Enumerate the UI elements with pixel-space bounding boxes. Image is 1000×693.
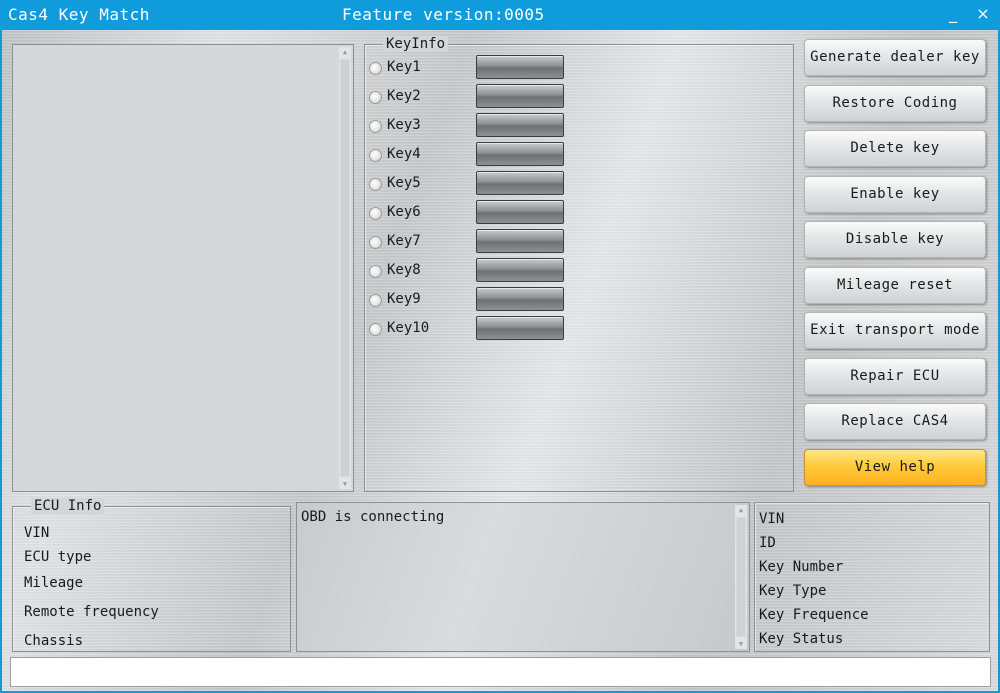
ecu-info-caption: ECU Info <box>31 498 105 514</box>
key-value-field <box>476 55 564 79</box>
main-window: ▲ ▼ KeyInfo Key1 Key2 Key3 Key4 Key5 Key… <box>2 30 998 691</box>
ecu-remote-frequency-label: Remote frequency <box>24 604 159 620</box>
key-row[interactable]: Key10 <box>369 316 569 342</box>
key-value-field <box>476 258 564 282</box>
ecu-info-group: ECU Info VIN ECU type Mileage Remote fre… <box>12 498 291 652</box>
ecu-chassis-label: Chassis <box>24 633 84 649</box>
key-row[interactable]: Key5 <box>369 171 569 197</box>
key-vin-label: VIN <box>759 511 785 527</box>
key-row[interactable]: Key6 <box>369 200 569 226</box>
key-radio[interactable] <box>369 323 382 336</box>
key-label: Key7 <box>387 233 421 249</box>
key-radio[interactable] <box>369 120 382 133</box>
key-value-field <box>476 200 564 224</box>
key-status-label: Key Status <box>759 631 844 647</box>
key-radio[interactable] <box>369 294 382 307</box>
ecu-mileage-label: Mileage <box>24 575 84 591</box>
mileage-reset-button[interactable]: Mileage reset <box>804 267 986 304</box>
scroll-thumb[interactable] <box>340 59 350 477</box>
key-label: Key3 <box>387 117 421 133</box>
log-panel[interactable]: ▲ ▼ <box>12 44 354 492</box>
delete-key-button[interactable]: Delete key <box>804 130 986 167</box>
key-label: Key9 <box>387 291 421 307</box>
key-label: Key10 <box>387 320 430 336</box>
status-box[interactable]: OBD is connecting ▲ ▼ <box>296 502 750 652</box>
key-label: Key6 <box>387 204 421 220</box>
app-title: Cas4 Key Match <box>8 5 150 24</box>
key-value-field <box>476 316 564 340</box>
key-label: Key8 <box>387 262 421 278</box>
key-frequence-label: Key Frequence <box>759 607 869 623</box>
ecu-vin-label: VIN <box>24 525 50 541</box>
scroll-up-icon[interactable]: ▲ <box>339 47 351 57</box>
feature-version: Feature version:0005 <box>342 5 545 24</box>
key-value-field <box>476 84 564 108</box>
key-value-field <box>476 113 564 137</box>
replace-cas4-button[interactable]: Replace CAS4 <box>804 403 986 440</box>
key-row[interactable]: Key7 <box>369 229 569 255</box>
key-row[interactable]: Key3 <box>369 113 569 139</box>
disable-key-button[interactable]: Disable key <box>804 221 986 258</box>
exit-transport-mode-button[interactable]: Exit transport mode <box>804 312 986 349</box>
ecu-type-label: ECU type <box>24 549 92 565</box>
status-scrollbar[interactable]: ▲ ▼ <box>735 505 747 649</box>
key-id-label: ID <box>759 535 776 551</box>
key-label: Key1 <box>387 59 421 75</box>
restore-coding-button[interactable]: Restore Coding <box>804 85 986 122</box>
key-radio[interactable] <box>369 178 382 191</box>
key-radio[interactable] <box>369 62 382 75</box>
key-row[interactable]: Key8 <box>369 258 569 284</box>
keyinfo-caption: KeyInfo <box>383 36 449 52</box>
view-help-button[interactable]: View help <box>804 449 986 486</box>
key-radio[interactable] <box>369 207 382 220</box>
key-radio[interactable] <box>369 265 382 278</box>
close-icon[interactable]: × <box>972 3 994 25</box>
key-radio[interactable] <box>369 149 382 162</box>
key-detail-panel: VIN ID Key Number Key Type Key Frequence… <box>754 502 990 652</box>
key-row[interactable]: Key2 <box>369 84 569 110</box>
status-input[interactable] <box>10 657 991 687</box>
key-number-label: Key Number <box>759 559 844 575</box>
generate-dealer-key-button[interactable]: Generate dealer key <box>804 39 986 76</box>
title-bar: Cas4 Key Match Feature version:0005 _ × <box>0 0 1000 30</box>
minimize-icon[interactable]: _ <box>942 3 964 25</box>
scroll-down-icon[interactable]: ▼ <box>735 639 747 649</box>
status-message: OBD is connecting <box>301 509 445 525</box>
scroll-thumb[interactable] <box>736 517 746 637</box>
key-row[interactable]: Key1 <box>369 55 569 81</box>
key-value-field <box>476 287 564 311</box>
enable-key-button[interactable]: Enable key <box>804 176 986 213</box>
key-value-field <box>476 142 564 166</box>
keyinfo-group: KeyInfo Key1 Key2 Key3 Key4 Key5 Key6 Ke… <box>364 36 794 492</box>
key-label: Key2 <box>387 88 421 104</box>
key-row[interactable]: Key9 <box>369 287 569 313</box>
key-type-label: Key Type <box>759 583 827 599</box>
log-scrollbar[interactable]: ▲ ▼ <box>339 47 351 489</box>
key-row[interactable]: Key4 <box>369 142 569 168</box>
key-label: Key4 <box>387 146 421 162</box>
key-radio[interactable] <box>369 91 382 104</box>
key-label: Key5 <box>387 175 421 191</box>
scroll-down-icon[interactable]: ▼ <box>339 479 351 489</box>
key-value-field <box>476 229 564 253</box>
key-value-field <box>476 171 564 195</box>
repair-ecu-button[interactable]: Repair ECU <box>804 358 986 395</box>
scroll-up-icon[interactable]: ▲ <box>735 505 747 515</box>
key-radio[interactable] <box>369 236 382 249</box>
